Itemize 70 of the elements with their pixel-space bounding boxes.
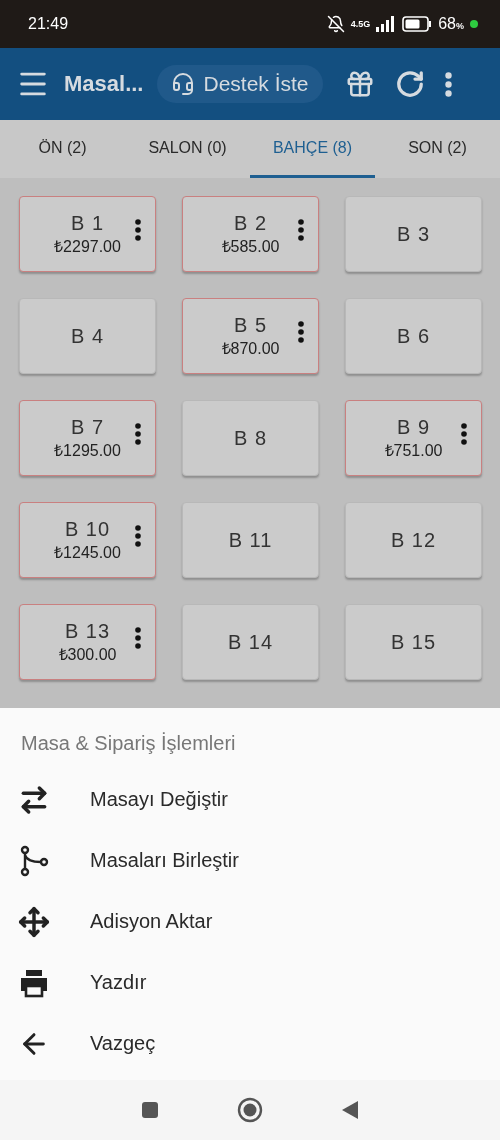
table-tile[interactable]: B 6 — [345, 298, 482, 374]
table-tile[interactable]: B 12 — [345, 502, 482, 578]
action-item[interactable]: Masayı Değiştir — [0, 769, 500, 830]
bell-off-icon — [326, 15, 345, 33]
section-tab[interactable]: ÖN (2) — [0, 120, 125, 178]
table-tile[interactable]: B 10 ₺1245.00 — [19, 502, 156, 578]
table-tile[interactable]: B 1 ₺2297.00 — [19, 196, 156, 272]
network-type: 4.5G — [350, 19, 371, 29]
table-name: B 6 — [397, 324, 430, 348]
more-icon — [444, 71, 452, 97]
table-name: B 13 — [64, 619, 111, 643]
table-amount: ₺1295.00 — [54, 440, 121, 461]
action-item[interactable]: Vazgeç — [0, 1013, 500, 1074]
table-name: B 11 — [228, 528, 273, 552]
table-tile[interactable]: B 3 — [345, 196, 482, 272]
action-item[interactable]: Yazdır — [0, 952, 500, 1013]
table-name: B 7 — [71, 415, 104, 439]
status-dot-icon — [470, 20, 478, 28]
headset-icon — [171, 72, 196, 96]
section-tab[interactable]: SON (2) — [375, 120, 500, 178]
more-icon[interactable] — [461, 423, 467, 445]
table-tile[interactable]: B 5 ₺870.00 — [182, 298, 319, 374]
support-button[interactable]: Destek İste — [157, 65, 323, 103]
more-icon[interactable] — [135, 423, 141, 445]
clock-time: 21:49 — [28, 15, 69, 33]
table-name: B 4 — [71, 324, 104, 348]
table-amount: ₺300.00 — [58, 644, 117, 665]
table-name: B 5 — [234, 313, 267, 337]
signal-icon — [376, 16, 397, 32]
more-icon[interactable] — [135, 627, 141, 649]
table-tile[interactable]: B 8 — [182, 400, 319, 476]
home-button[interactable] — [237, 1097, 263, 1123]
table-tile[interactable]: B 9 ₺751.00 — [345, 400, 482, 476]
move-arrows-icon — [18, 905, 50, 938]
table-name: B 3 — [397, 222, 430, 246]
table-name: B 10 — [64, 517, 111, 541]
table-tile[interactable]: B 7 ₺1295.00 — [19, 400, 156, 476]
table-amount: ₺751.00 — [384, 440, 443, 461]
table-tile[interactable]: B 14 — [182, 604, 319, 680]
back-button[interactable] — [341, 1100, 359, 1120]
table-tile[interactable]: B 4 — [19, 298, 156, 374]
action-item[interactable]: Adisyon Aktar — [0, 891, 500, 952]
refresh-icon — [394, 69, 425, 99]
table-name: B 1 — [71, 211, 104, 235]
app-title: Masal... — [64, 71, 144, 97]
table-tile[interactable]: B 15 — [345, 604, 482, 680]
table-name: B 9 — [397, 415, 430, 439]
table-amount: ₺870.00 — [221, 338, 280, 359]
more-icon[interactable] — [135, 525, 141, 547]
sheet-title: Masa & Sipariş İşlemleri — [20, 732, 237, 755]
more-icon[interactable] — [298, 219, 304, 241]
merge-icon — [18, 844, 50, 877]
table-tile[interactable]: B 2 ₺585.00 — [182, 196, 319, 272]
table-amount: ₺585.00 — [221, 236, 280, 257]
action-item[interactable]: Masaları Birleştir — [0, 830, 500, 891]
section-tab[interactable]: SALON (0) — [125, 120, 250, 178]
table-name: B 15 — [390, 630, 437, 654]
table-name: B 12 — [390, 528, 437, 552]
table-name: B 14 — [227, 630, 274, 654]
table-amount: ₺2297.00 — [54, 236, 121, 257]
table-name: B 8 — [234, 426, 267, 450]
table-tile[interactable]: B 13 ₺300.00 — [19, 604, 156, 680]
more-icon[interactable] — [135, 219, 141, 241]
battery-icon — [402, 16, 433, 32]
recents-button[interactable] — [141, 1101, 159, 1119]
table-tile[interactable]: B 11 — [182, 502, 319, 578]
table-amount: ₺1245.00 — [54, 542, 121, 563]
more-icon[interactable] — [298, 321, 304, 343]
battery-percent: 68% — [438, 15, 464, 33]
table-name: B 2 — [234, 211, 267, 235]
